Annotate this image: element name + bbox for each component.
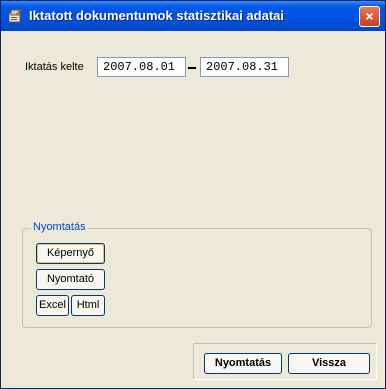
- title-bar[interactable]: Iktatott dokumentumok statisztikai adata…: [1, 1, 385, 31]
- screen-button[interactable]: Képernyő: [36, 243, 105, 264]
- close-button[interactable]: ×: [359, 6, 380, 27]
- date-from-field[interactable]: 2007.08.01: [97, 57, 186, 77]
- print-button[interactable]: Nyomtatás: [204, 353, 282, 374]
- back-button[interactable]: Vissza: [288, 353, 370, 374]
- date-label: Iktatás kelte: [25, 61, 84, 73]
- printer-button[interactable]: Nyomtató: [36, 269, 105, 290]
- dialog-body: Iktatás kelte 2007.08.01 2007.08.31 Nyom…: [5, 31, 381, 385]
- close-icon: ×: [365, 8, 374, 24]
- date-range-separator: [188, 67, 196, 69]
- print-options-group: Nyomtatás Képernyő Nyomtató Excel Html: [22, 221, 372, 328]
- group-title: Nyomtatás: [31, 221, 88, 233]
- dialog-window: Iktatott dokumentumok statisztikai adata…: [0, 0, 386, 389]
- window-title: Iktatott dokumentumok statisztikai adata…: [29, 8, 284, 23]
- excel-button[interactable]: Excel: [36, 295, 69, 316]
- app-icon: [8, 9, 22, 23]
- html-button[interactable]: Html: [71, 295, 105, 316]
- footer-panel: Nyomtatás Vissza: [193, 343, 377, 380]
- date-to-field[interactable]: 2007.08.31: [200, 57, 289, 77]
